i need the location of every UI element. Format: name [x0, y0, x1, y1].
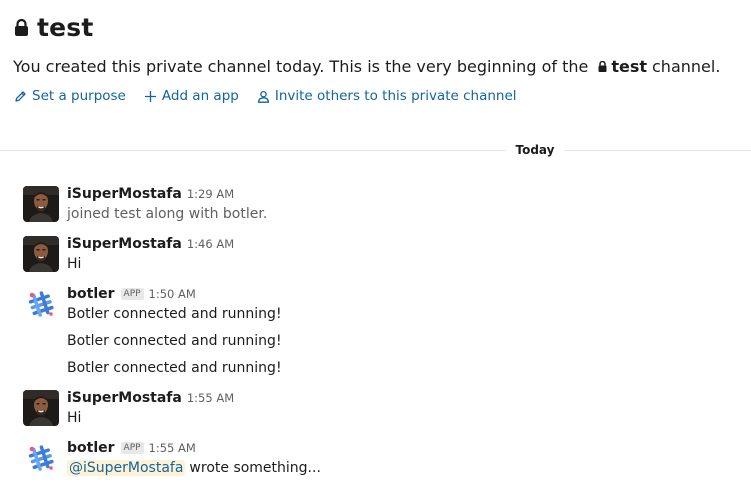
- add-app-label: Add an app: [161, 88, 239, 104]
- message-text: Botler connected and running!: [67, 333, 282, 349]
- message-header: iSuperMostafa 1:29 AM: [67, 186, 234, 202]
- message-text: Hi: [67, 410, 82, 426]
- author-name[interactable]: iSuperMostafa: [67, 236, 182, 252]
- intro-suffix: channel.: [652, 57, 721, 76]
- add-app-button[interactable]: Add an app: [144, 88, 239, 104]
- message-header: iSuperMostafa 1:55 AM: [67, 390, 234, 406]
- pencil-icon: [15, 90, 26, 102]
- intro-channel-name[interactable]: test: [611, 57, 647, 76]
- avatar[interactable]: [23, 390, 59, 426]
- message-text: Botler connected and running!: [67, 360, 282, 376]
- message-header: iSuperMostafa 1:46 AM: [67, 236, 234, 252]
- message-text: @iSuperMostafa wrote something...: [67, 460, 321, 476]
- channel-title: test: [37, 12, 94, 42]
- plus-icon: [144, 90, 156, 102]
- author-name[interactable]: botler: [67, 286, 115, 302]
- avatar[interactable]: [23, 236, 59, 272]
- set-purpose-button[interactable]: Set a purpose: [14, 88, 126, 104]
- avatar[interactable]: [23, 186, 59, 222]
- day-divider-label[interactable]: Today: [506, 141, 564, 159]
- app-badge: APP: [120, 288, 144, 300]
- timestamp[interactable]: 1:55 AM: [187, 391, 234, 405]
- message-text: Botler connected and running!: [67, 306, 282, 322]
- message-text: Hi: [67, 256, 82, 272]
- person-icon: [257, 90, 269, 103]
- avatar[interactable]: [23, 440, 59, 476]
- author-name[interactable]: botler: [67, 440, 115, 456]
- message-body: wrote something...: [189, 460, 321, 476]
- channel-actions: Set a purpose Add an app Invite others t…: [14, 88, 535, 104]
- set-purpose-label: Set a purpose: [32, 88, 126, 104]
- message-header: botler APP 1:50 AM: [67, 286, 196, 302]
- invite-others-label: Invite others to this private channel: [274, 88, 517, 104]
- timestamp[interactable]: 1:46 AM: [187, 237, 234, 251]
- message-text: joined test along with botler.: [67, 206, 268, 222]
- lock-icon: [598, 61, 607, 72]
- user-mention[interactable]: @iSuperMostafa: [67, 460, 186, 476]
- day-divider-line: [0, 150, 751, 151]
- channel-intro: You created this private channel today. …: [13, 57, 720, 76]
- avatar[interactable]: [23, 286, 59, 322]
- intro-text: You created this private channel today. …: [13, 57, 589, 76]
- app-badge: APP: [120, 442, 144, 454]
- author-name[interactable]: iSuperMostafa: [67, 186, 182, 202]
- message-header: botler APP 1:55 AM: [67, 440, 196, 456]
- channel-header: test: [14, 10, 94, 44]
- invite-others-button[interactable]: Invite others to this private channel: [257, 88, 517, 104]
- timestamp[interactable]: 1:29 AM: [187, 187, 234, 201]
- author-name[interactable]: iSuperMostafa: [67, 390, 182, 406]
- timestamp[interactable]: 1:55 AM: [149, 441, 196, 455]
- lock-icon: [15, 18, 28, 36]
- timestamp[interactable]: 1:50 AM: [149, 287, 196, 301]
